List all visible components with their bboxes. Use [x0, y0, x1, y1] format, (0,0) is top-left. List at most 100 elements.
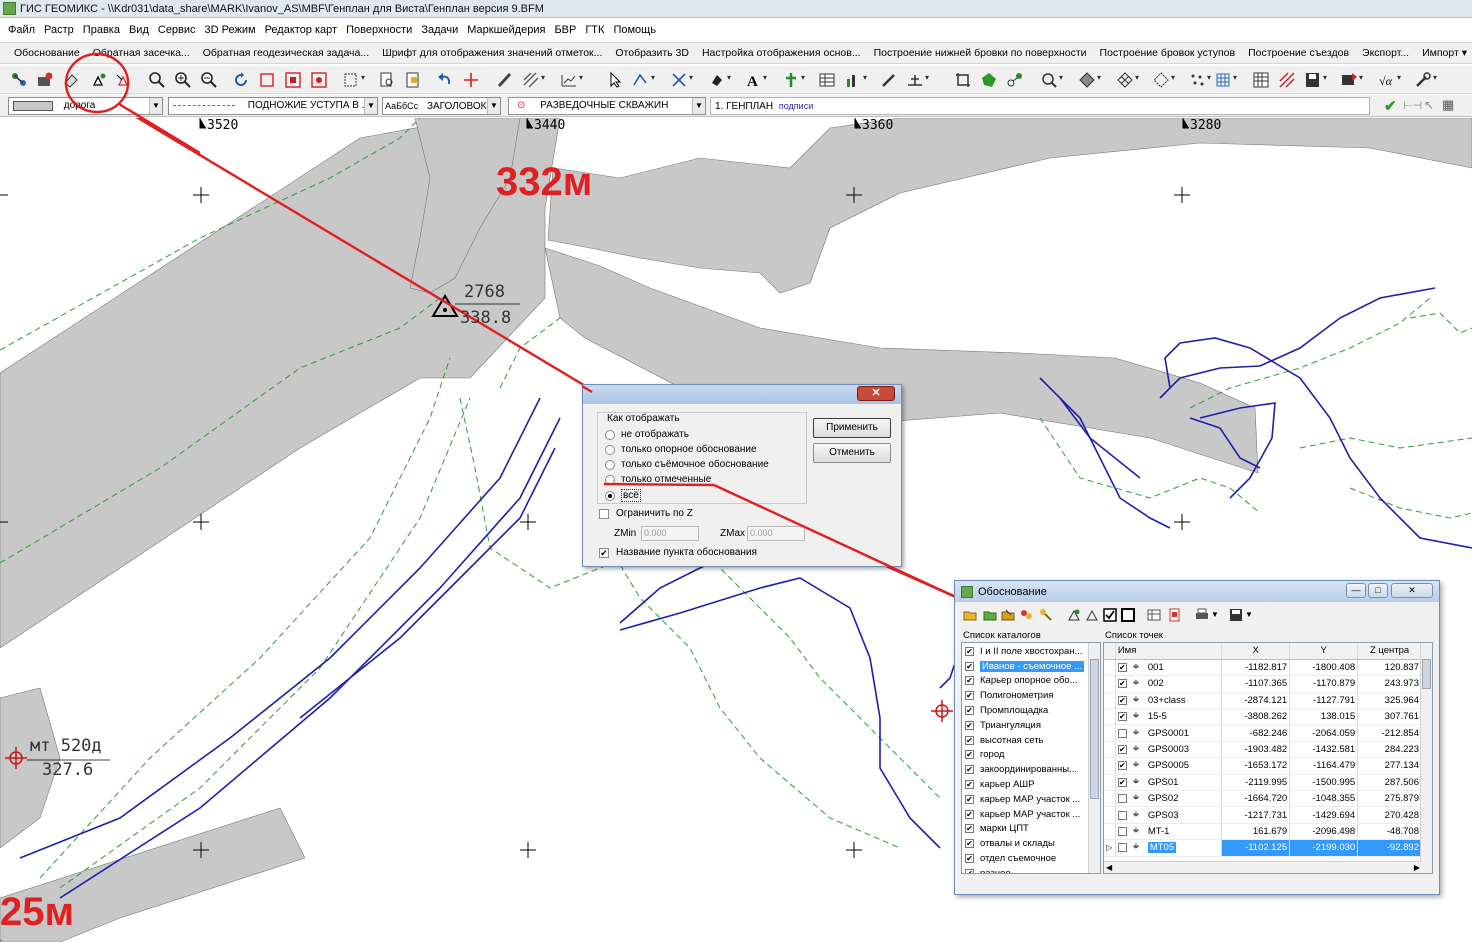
point-y-cell[interactable]: -1048.355	[1289, 790, 1359, 808]
point-name-cell[interactable]: ⌖ GPS0001	[1115, 724, 1223, 742]
catalog-item[interactable]: ✔ I и II поле хвостохран...	[962, 644, 1100, 659]
point-y-cell[interactable]: -1127.791	[1289, 692, 1359, 710]
checkbox-checked[interactable]: ✔	[965, 868, 974, 873]
point-name-cell[interactable]: ⌖ GPS03	[1115, 806, 1223, 824]
point-x-cell[interactable]: 161.679	[1221, 823, 1291, 841]
checkbox-checked[interactable]: ✔	[965, 839, 974, 849]
checkbox-checked[interactable]: ✔	[965, 854, 974, 864]
point-y-cell[interactable]: -2199.030	[1289, 839, 1359, 857]
checkbox-checked[interactable]: ✔	[965, 780, 974, 790]
catalog-item[interactable]: ✔ город	[962, 748, 1100, 763]
table-row[interactable]: ✔ ⌖ GPS0003 -1903.482 -1432.581 284.223	[1104, 741, 1422, 759]
catalog-list[interactable]: ✔ I и II поле хвостохран... ✔ Иванов - съем…	[961, 642, 1101, 874]
catalog-item[interactable]: ✔ отдел съемочное	[962, 851, 1100, 866]
table-row[interactable]: ▷ ⌖ MT05 -1102.125 -2199.030 -92.892	[1104, 839, 1422, 857]
checkbox-checked[interactable]: ✔	[965, 691, 974, 701]
catalog-item[interactable]: ✔ Карьер опорное обо...	[962, 674, 1100, 689]
column-header[interactable]: X	[1221, 643, 1291, 660]
checkbox-checked[interactable]: ✔	[965, 750, 974, 760]
point-name-cell[interactable]: ✔ ⌖ GPS0003	[1115, 741, 1223, 759]
table-row[interactable]: ⌖ GPS0001 -682.246 -2064.059 -212.854	[1104, 724, 1422, 742]
table-row[interactable]: ⌖ GPS03 -1217.731 -1429.694 270.428	[1104, 806, 1422, 824]
checkbox-checked[interactable]: ✔	[1117, 695, 1127, 705]
scroll-right-icon[interactable]: ▶	[1414, 862, 1420, 873]
point-x-cell[interactable]: -1102.125	[1221, 839, 1291, 857]
table-row[interactable]: ✔ ⌖ 03+class -2874.121 -1127.791 325.964	[1104, 692, 1422, 710]
catalog-item[interactable]: ✔ Триангуляция	[962, 718, 1100, 733]
catalog-item[interactable]: ✔ Иванов - съемочное ...	[962, 659, 1100, 674]
point-z-cell[interactable]: 243.973	[1357, 675, 1422, 693]
point-name-cell[interactable]: ✔ ⌖ 001	[1115, 659, 1223, 677]
point-y-cell[interactable]: -2096.498	[1289, 823, 1359, 841]
catalog-item[interactable]: ✔ закоординированны...	[962, 762, 1100, 777]
checkbox-checked[interactable]: ✔	[965, 794, 974, 804]
window-titlebar[interactable]: Обоснование	[955, 581, 1439, 602]
catalog-item[interactable]: ✔ разное	[962, 866, 1100, 873]
uncheck-all-icon[interactable]	[1121, 608, 1135, 622]
catalog-item[interactable]: ✔ карьер МАР участок ...	[962, 807, 1100, 822]
open-folder-icon[interactable]	[963, 608, 977, 622]
report-icon[interactable]	[1167, 608, 1181, 622]
checkbox-checked[interactable]: ✔	[965, 824, 974, 834]
checkbox-checked[interactable]: ✔	[965, 706, 974, 716]
table-row[interactable]: ⌖ MT-1 161.679 -2096.498 -48.708	[1104, 823, 1422, 841]
point-z-cell[interactable]: -48.708	[1357, 823, 1422, 841]
scroll-left-icon[interactable]: ◀	[1106, 862, 1112, 873]
point-name-cell[interactable]: ✔ ⌖ 002	[1115, 675, 1223, 693]
point-z-cell[interactable]: -212.854	[1357, 724, 1422, 742]
point-z-cell[interactable]: 120.837	[1357, 659, 1422, 677]
checkbox-checked[interactable]: ✔	[1117, 745, 1127, 755]
close-icon[interactable]: ✕	[1391, 583, 1433, 598]
point-name-cell[interactable]: ⌖ MT-1	[1115, 823, 1223, 841]
table-row[interactable]: ✔ ⌖ GPS01 -2119.995 -1500.995 287.506	[1104, 774, 1422, 792]
column-header[interactable]: Имя	[1115, 643, 1223, 660]
points-scrollbar[interactable]	[1420, 643, 1432, 873]
table-row[interactable]: ⌖ GPS02 -1664.720 -1048.355 275.879	[1104, 790, 1422, 808]
point-x-cell[interactable]: -1903.482	[1221, 741, 1291, 759]
catalog-item[interactable]: ✔ карьер МАР участок ...	[962, 792, 1100, 807]
table-row[interactable]: ✔ ⌖ 001 -1182.817 -1800.408 120.837	[1104, 659, 1422, 677]
point-y-cell[interactable]: -1170.879	[1289, 675, 1359, 693]
point-z-cell[interactable]: 325.964	[1357, 692, 1422, 710]
check-all-icon[interactable]	[1103, 608, 1117, 622]
catalog-item[interactable]: ✔ Полигонометрия	[962, 688, 1100, 703]
checkbox-checked[interactable]: ✔	[965, 720, 974, 730]
point-y-cell[interactable]: -2064.059	[1289, 724, 1359, 742]
point-y-cell[interactable]: -1432.581	[1289, 741, 1359, 759]
checkbox-checked[interactable]: ✔	[1117, 712, 1127, 722]
checkbox-checked[interactable]: ✔	[965, 646, 974, 656]
save-icon[interactable]	[1229, 608, 1243, 622]
edit-point-icon[interactable]	[1085, 608, 1099, 622]
point-y-cell[interactable]: -1164.479	[1289, 757, 1359, 775]
checkbox[interactable]	[1117, 794, 1127, 804]
checkbox[interactable]	[1117, 728, 1127, 738]
catalog-item[interactable]: ✔ высотная сеть	[962, 733, 1100, 748]
checkbox-checked[interactable]: ✔	[965, 735, 974, 745]
chevron-down-icon[interactable]: ▼	[1245, 610, 1253, 619]
catalog-item[interactable]: ✔ карьер АШР	[962, 777, 1100, 792]
export-table-icon[interactable]	[1147, 608, 1161, 622]
point-x-cell[interactable]: -2874.121	[1221, 692, 1291, 710]
catalog-item[interactable]: ✔ марки ЦПТ	[962, 822, 1100, 837]
checkbox-checked[interactable]: ✔	[1117, 663, 1127, 673]
scroll-thumb[interactable]	[1090, 659, 1099, 799]
point-name-cell[interactable]: ⌖ GPS02	[1115, 790, 1223, 808]
checkbox-checked[interactable]: ✔	[965, 676, 974, 686]
points-table[interactable]: Имя X Y Z центра ✔ ⌖ 001 -1182.817 -1800.408 120.…	[1103, 642, 1433, 874]
point-y-cell[interactable]: 138.015	[1289, 708, 1359, 726]
point-name-cell[interactable]: ⌖ MT05	[1115, 839, 1223, 857]
checkbox[interactable]	[1117, 810, 1127, 820]
table-row[interactable]: ✔ ⌖ 15-5 -3808.262 138.015 307.761	[1104, 708, 1422, 726]
print-icon[interactable]	[1195, 608, 1209, 622]
point-z-cell[interactable]: 275.879	[1357, 790, 1422, 808]
table-row[interactable]: ✔ ⌖ 002 -1107.365 -1170.879 243.973	[1104, 675, 1422, 693]
point-y-cell[interactable]: -1500.995	[1289, 774, 1359, 792]
point-z-cell[interactable]: 287.506	[1357, 774, 1422, 792]
point-name-cell[interactable]: ✔ ⌖ 03+class	[1115, 692, 1223, 710]
catalog-scrollbar[interactable]	[1088, 643, 1100, 873]
point-name-cell[interactable]: ✔ ⌖ 15-5	[1115, 708, 1223, 726]
checkbox-checked[interactable]: ✔	[965, 661, 974, 671]
maximize-icon[interactable]: □	[1368, 583, 1388, 598]
checkbox-checked[interactable]: ✔	[1117, 761, 1127, 771]
point-z-cell[interactable]: 270.428	[1357, 806, 1422, 824]
